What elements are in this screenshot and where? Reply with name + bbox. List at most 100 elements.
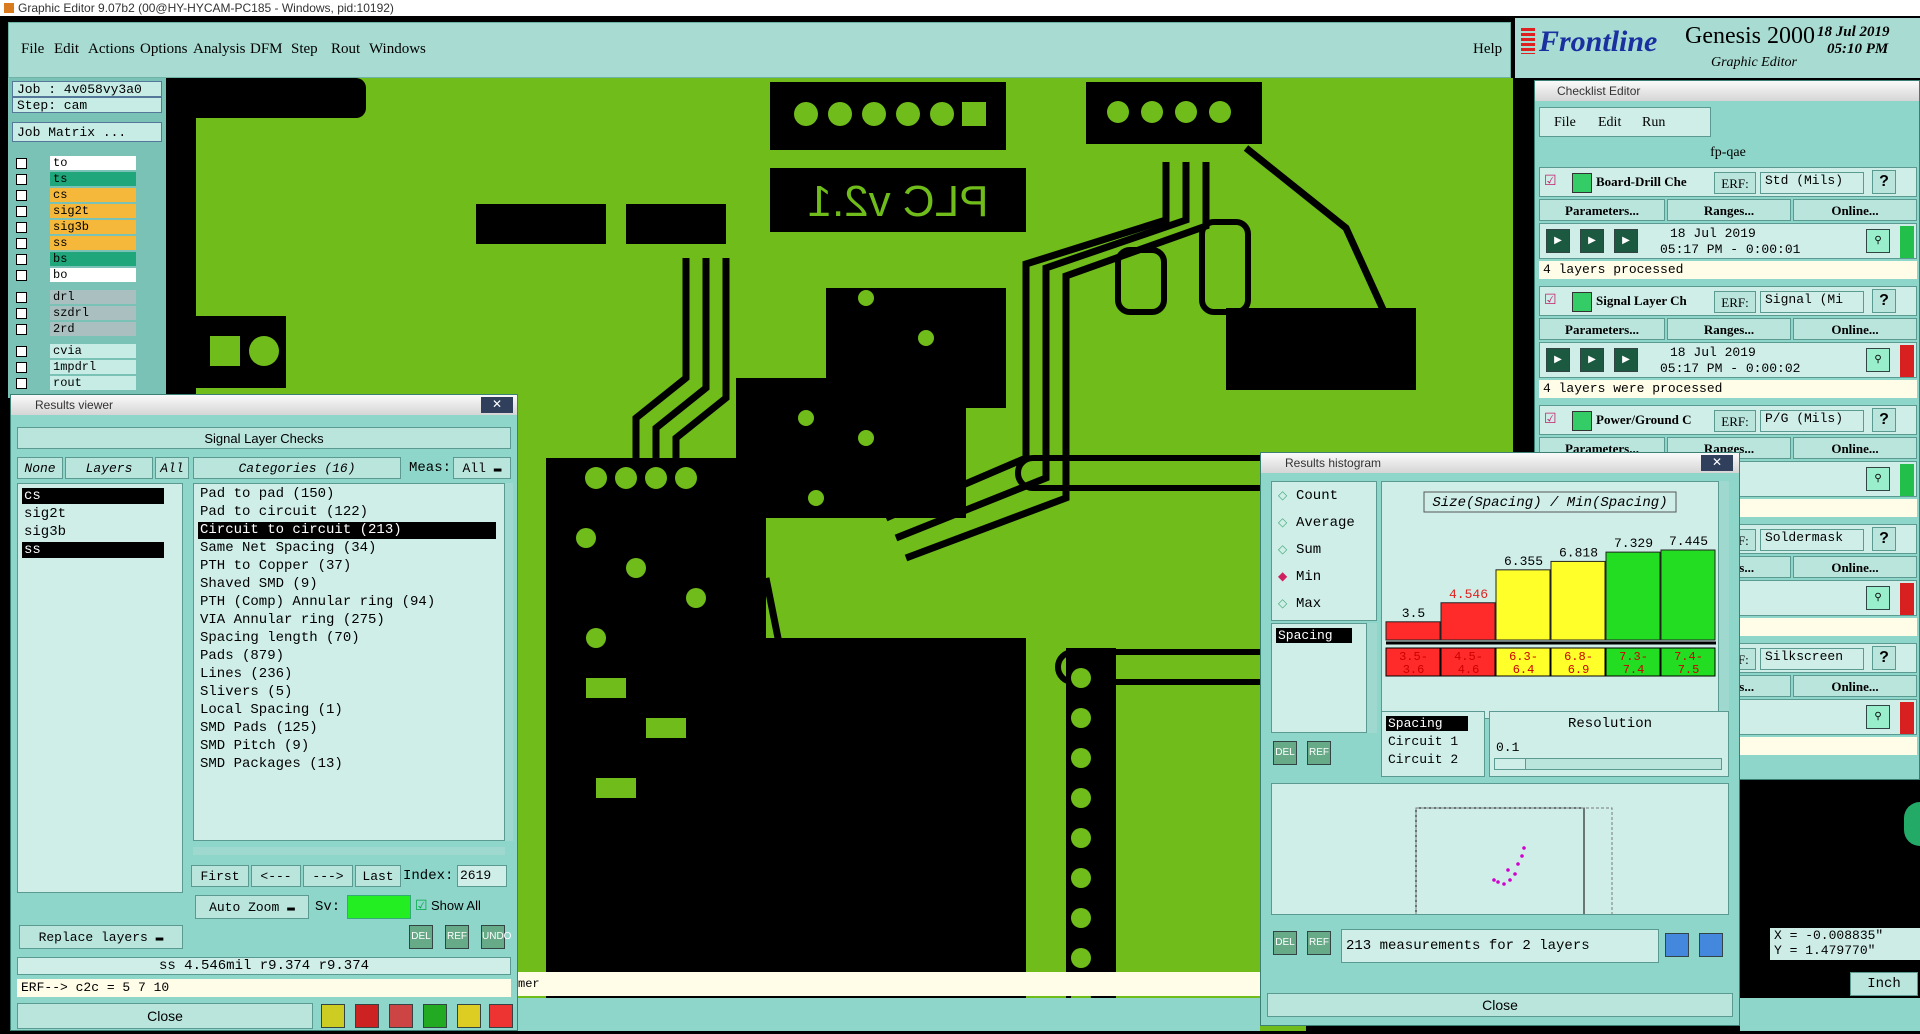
help-icon[interactable]: ? — [1872, 527, 1896, 551]
del-button[interactable]: DEL — [409, 925, 433, 949]
online-button[interactable]: Online... — [1793, 675, 1917, 697]
layer-checkbox[interactable] — [16, 206, 27, 217]
first-button[interactable]: First — [191, 865, 249, 887]
layer-checkbox[interactable] — [16, 174, 27, 185]
category-item[interactable]: Slivers (5) — [198, 684, 496, 701]
ranges-button[interactable]: Ranges... — [1667, 318, 1791, 340]
layer-checkbox[interactable] — [16, 222, 27, 233]
check-enabled-icon[interactable]: ☑ — [1544, 172, 1557, 189]
layer-row[interactable]: cvia — [12, 344, 138, 359]
categories-button[interactable]: Categories (16) — [193, 457, 401, 479]
layers-none-button[interactable]: None — [17, 457, 63, 479]
run-icon[interactable]: ▶ — [1580, 348, 1604, 372]
category-item[interactable]: Shaved SMD (9) — [198, 576, 496, 593]
category-item[interactable]: Circuit to circuit (213) — [198, 522, 496, 539]
category-item[interactable]: Local Spacing (1) — [198, 702, 496, 719]
help-icon[interactable]: ? — [1872, 646, 1896, 670]
sv-color-select[interactable] — [347, 895, 411, 919]
auto-zoom-select[interactable]: Auto Zoom ▬ — [195, 895, 309, 919]
histogram-bar[interactable] — [1660, 549, 1716, 641]
histogram-bar[interactable] — [1605, 551, 1661, 641]
cross-icon[interactable] — [389, 1004, 413, 1028]
erf-button[interactable]: ERF: — [1714, 172, 1756, 194]
categories-scrollbar[interactable] — [505, 483, 513, 841]
categories-hscrollbar[interactable] — [193, 847, 505, 855]
menu-analysis[interactable]: Analysis — [193, 41, 246, 58]
results-viewer-close-icon[interactable]: ✕ — [481, 397, 513, 413]
zoom-icon[interactable]: ⚲ — [1866, 586, 1890, 610]
result-layer-item[interactable]: ss — [22, 542, 164, 558]
result-layer-item[interactable]: sig2t — [22, 506, 164, 522]
layer-checkbox[interactable] — [16, 190, 27, 201]
menu-file[interactable]: File — [21, 41, 44, 58]
layer-checkbox[interactable] — [16, 238, 27, 249]
check-enabled-icon[interactable]: ☑ — [1544, 410, 1557, 427]
category-item[interactable]: PTH to Copper (37) — [198, 558, 496, 575]
checklist-menu-edit[interactable]: Edit — [1598, 115, 1621, 131]
index-input[interactable]: 2619 — [457, 865, 507, 887]
category-item[interactable]: Pad to pad (150) — [198, 486, 496, 503]
category-item[interactable]: SMD Pitch (9) — [198, 738, 496, 755]
layer-row[interactable]: 1mpdrl — [12, 360, 138, 375]
layer-row[interactable]: ss — [12, 236, 138, 251]
layer-row[interactable]: sig3b — [12, 220, 138, 235]
layer-row[interactable]: drl — [12, 290, 138, 305]
category-item[interactable]: VIA Annular ring (275) — [198, 612, 496, 629]
measure-item[interactable]: Circuit 1 — [1386, 734, 1468, 749]
zoom-icon[interactable]: ⚲ — [1866, 467, 1890, 491]
layer-row[interactable]: sig2t — [12, 204, 138, 219]
histogram-item-scrollbar[interactable] — [1367, 623, 1377, 733]
menu-help[interactable]: Help — [1473, 41, 1502, 58]
online-button[interactable]: Online... — [1793, 318, 1917, 340]
check-icon[interactable] — [423, 1004, 447, 1028]
stop-icon[interactable] — [355, 1004, 379, 1028]
zoom-icon[interactable]: ⚲ — [1866, 229, 1890, 253]
layer-row[interactable]: cs — [12, 188, 138, 203]
result-layer-item[interactable]: sig3b — [22, 524, 164, 540]
parameters-button[interactable]: Parameters... — [1539, 199, 1665, 221]
results-layer-list[interactable]: cs sig2t sig3b ss — [17, 483, 183, 893]
mode-radio[interactable]: ◇ Average — [1278, 515, 1374, 533]
layer-row[interactable]: bo — [12, 268, 138, 283]
measure-list[interactable]: Spacing Circuit 1 Circuit 2 — [1381, 711, 1485, 777]
layers-all-button[interactable]: All — [155, 457, 189, 479]
results-close-button[interactable]: Close — [17, 1003, 313, 1029]
last-button[interactable]: Last — [355, 865, 401, 887]
preview-ref-button[interactable]: REF — [1307, 931, 1331, 955]
histogram-item[interactable]: Spacing — [1276, 628, 1352, 643]
run-icon[interactable]: ▶ — [1614, 229, 1638, 253]
layer-checkbox[interactable] — [16, 292, 27, 303]
online-button[interactable]: Online... — [1793, 556, 1917, 578]
resolution-slider[interactable] — [1494, 758, 1722, 770]
report-icon[interactable] — [457, 1004, 481, 1028]
categories-list[interactable]: Pad to pad (150) Pad to circuit (122) Circ… — [193, 483, 505, 841]
measure-item[interactable]: Circuit 2 — [1386, 752, 1468, 767]
measure-item[interactable]: Spacing — [1386, 716, 1468, 731]
undo-button[interactable]: UNDO — [481, 925, 511, 949]
help-icon[interactable]: ? — [1872, 408, 1896, 432]
histogram-close-button[interactable]: Close — [1267, 993, 1733, 1017]
histogram-ref-button[interactable]: REF — [1307, 741, 1331, 765]
histogram-bar[interactable] — [1495, 569, 1551, 641]
category-item[interactable]: Spacing length (70) — [198, 630, 496, 647]
preview-del-button[interactable]: DEL — [1273, 931, 1297, 955]
checklist-menu-run[interactable]: Run — [1642, 115, 1665, 131]
layer-row[interactable]: bs — [12, 252, 138, 267]
menu-step[interactable]: Step — [291, 41, 318, 58]
erf-button[interactable]: ERF: — [1714, 410, 1756, 432]
menu-rout[interactable]: Rout — [331, 41, 360, 58]
histogram-del-button[interactable]: DEL — [1273, 741, 1297, 765]
category-item[interactable]: Pad to circuit (122) — [198, 504, 496, 521]
mode-radio[interactable]: ◇ Sum — [1278, 542, 1374, 560]
run-icon[interactable]: ▶ — [1546, 229, 1570, 253]
layer-row[interactable]: 2rd — [12, 322, 138, 337]
chart-icon[interactable] — [321, 1004, 345, 1028]
job-matrix-button[interactable]: Job Matrix ... — [12, 122, 162, 142]
result-layer-item[interactable]: cs — [22, 488, 164, 504]
ranges-button[interactable]: Ranges... — [1667, 199, 1791, 221]
menu-windows[interactable]: Windows — [369, 41, 426, 58]
histogram-bar[interactable] — [1385, 621, 1441, 641]
meas-select[interactable]: All ▬ — [453, 457, 511, 479]
layer-row[interactable]: to — [12, 156, 138, 171]
parameters-button[interactable]: Parameters... — [1539, 318, 1665, 340]
